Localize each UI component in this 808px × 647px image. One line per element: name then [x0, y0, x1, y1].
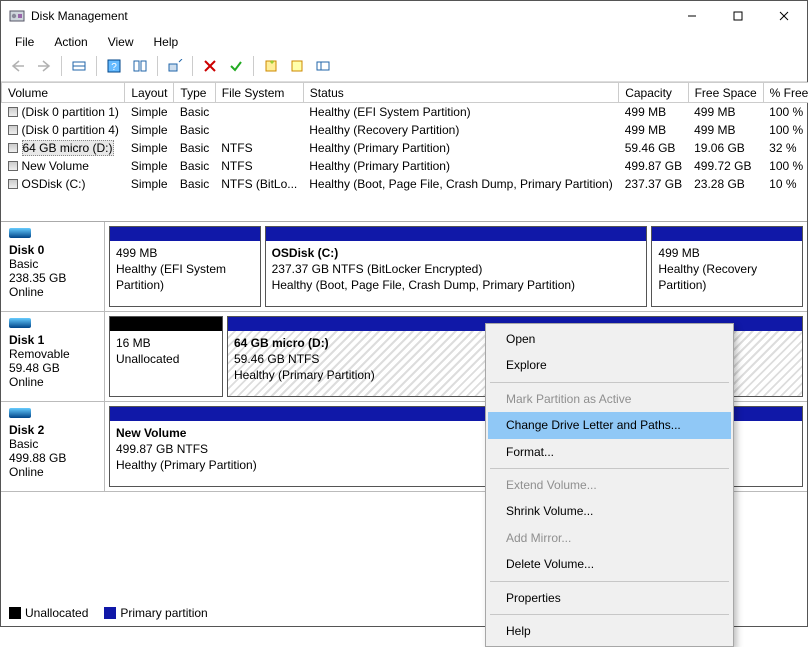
- new-icon[interactable]: [260, 55, 282, 77]
- menu-file[interactable]: File: [7, 33, 42, 51]
- partition[interactable]: OSDisk (C:)237.37 GB NTFS (BitLocker Enc…: [265, 226, 648, 307]
- menu-item[interactable]: Open: [488, 326, 731, 352]
- partition-body: OSDisk (C:)237.37 GB NTFS (BitLocker Enc…: [266, 241, 647, 306]
- menu-separator: [490, 382, 729, 383]
- toolbar: ?: [1, 53, 807, 82]
- col-freespace[interactable]: Free Space: [688, 83, 763, 103]
- volume-icon: [8, 107, 18, 117]
- volume-icon: [8, 161, 18, 171]
- table-row[interactable]: New VolumeSimpleBasicNTFSHealthy (Primar…: [2, 157, 808, 175]
- toolbar-separator: [61, 56, 62, 76]
- apply-icon[interactable]: [225, 55, 247, 77]
- partition-body: 499 MBHealthy (EFI System Partition): [110, 241, 260, 306]
- partition-stripe: [266, 227, 647, 241]
- disk-icon: [9, 228, 31, 238]
- menu-item[interactable]: Properties: [488, 585, 731, 611]
- legend: Unallocated Primary partition: [9, 606, 208, 620]
- disk-label[interactable]: Disk 0Basic238.35 GBOnline: [1, 222, 105, 311]
- help-icon[interactable]: ?: [103, 55, 125, 77]
- volume-table[interactable]: Volume Layout Type File System Status Ca…: [1, 82, 808, 193]
- table-row[interactable]: 64 GB micro (D:)SimpleBasicNTFSHealthy (…: [2, 139, 808, 157]
- partition[interactable]: 16 MBUnallocated: [109, 316, 223, 397]
- close-button[interactable]: [761, 1, 807, 31]
- toolbar-separator: [157, 56, 158, 76]
- partition-stripe: [652, 227, 802, 241]
- table-row[interactable]: OSDisk (C:)SimpleBasicNTFS (BitLo...Heal…: [2, 175, 808, 193]
- minimize-button[interactable]: [669, 1, 715, 31]
- col-status[interactable]: Status: [303, 83, 618, 103]
- window-controls: [669, 1, 807, 31]
- table-row[interactable]: (Disk 0 partition 1)SimpleBasicHealthy (…: [2, 103, 808, 122]
- menu-item[interactable]: Change Drive Letter and Paths...: [488, 412, 731, 438]
- menu-separator: [490, 614, 729, 615]
- partition-body: 499 MBHealthy (Recovery Partition): [652, 241, 802, 306]
- menu-item[interactable]: Delete Volume...: [488, 551, 731, 577]
- menu-help[interactable]: Help: [146, 33, 187, 51]
- volume-name: New Volume: [22, 159, 89, 173]
- table-row[interactable]: (Disk 0 partition 4)SimpleBasicHealthy (…: [2, 121, 808, 139]
- col-capacity[interactable]: Capacity: [619, 83, 688, 103]
- menu-item[interactable]: Help: [488, 618, 731, 644]
- partition-stripe: [110, 227, 260, 241]
- col-pctfree[interactable]: % Free: [763, 83, 808, 103]
- disk-icon: [9, 318, 31, 328]
- maximize-button[interactable]: [715, 1, 761, 31]
- menu-separator: [490, 468, 729, 469]
- app-icon: [9, 8, 25, 24]
- layout-icon[interactable]: [129, 55, 151, 77]
- back-button[interactable]: [7, 55, 29, 77]
- menu-bar: File Action View Help: [1, 31, 807, 53]
- partition-stripe: [110, 317, 222, 331]
- menu-item: Add Mirror...: [488, 525, 731, 551]
- delete-icon[interactable]: [199, 55, 221, 77]
- partition[interactable]: 499 MBHealthy (Recovery Partition): [651, 226, 803, 307]
- toolbar-separator: [96, 56, 97, 76]
- disk-label[interactable]: Disk 2Basic499.88 GBOnline: [1, 402, 105, 491]
- properties-icon[interactable]: [164, 55, 186, 77]
- menu-item: Mark Partition as Active: [488, 386, 731, 412]
- volume-name: (Disk 0 partition 4): [22, 123, 119, 137]
- partition[interactable]: 499 MBHealthy (EFI System Partition): [109, 226, 261, 307]
- title-bar: Disk Management: [1, 1, 807, 31]
- menu-view[interactable]: View: [100, 33, 142, 51]
- volume-name: 64 GB micro (D:): [22, 140, 114, 156]
- toolbar-separator: [253, 56, 254, 76]
- menu-item[interactable]: Shrink Volume...: [488, 498, 731, 524]
- legend-unallocated: Unallocated: [9, 606, 88, 620]
- partition-body: 16 MBUnallocated: [110, 331, 222, 396]
- col-volume[interactable]: Volume: [2, 83, 125, 103]
- view-icon[interactable]: [68, 55, 90, 77]
- forward-button[interactable]: [33, 55, 55, 77]
- svg-text:?: ?: [111, 62, 117, 73]
- volume-icon: [8, 143, 18, 153]
- disk-icon: [9, 408, 31, 418]
- legend-primary: Primary partition: [104, 606, 207, 620]
- refresh-icon[interactable]: [286, 55, 308, 77]
- menu-item[interactable]: Format...: [488, 439, 731, 465]
- context-menu: OpenExplore Mark Partition as ActiveChang…: [485, 323, 734, 647]
- volume-icon: [8, 179, 18, 189]
- col-filesystem[interactable]: File System: [215, 83, 303, 103]
- disk-label[interactable]: Disk 1Removable59.48 GBOnline: [1, 312, 105, 401]
- disk-partitions: 499 MBHealthy (EFI System Partition)OSDi…: [105, 222, 807, 311]
- table-header-row: Volume Layout Type File System Status Ca…: [2, 83, 808, 103]
- menu-item: Extend Volume...: [488, 472, 731, 498]
- volume-name: OSDisk (C:): [22, 177, 86, 191]
- volume-icon: [8, 125, 18, 135]
- volume-name: (Disk 0 partition 1): [22, 105, 119, 119]
- list-icon[interactable]: [312, 55, 334, 77]
- window-title: Disk Management: [31, 9, 669, 23]
- menu-separator: [490, 581, 729, 582]
- col-type[interactable]: Type: [174, 83, 215, 103]
- disk-row: Disk 0Basic238.35 GBOnline499 MBHealthy …: [1, 222, 807, 312]
- menu-item[interactable]: Explore: [488, 352, 731, 378]
- toolbar-separator: [192, 56, 193, 76]
- menu-action[interactable]: Action: [46, 33, 95, 51]
- col-layout[interactable]: Layout: [125, 83, 174, 103]
